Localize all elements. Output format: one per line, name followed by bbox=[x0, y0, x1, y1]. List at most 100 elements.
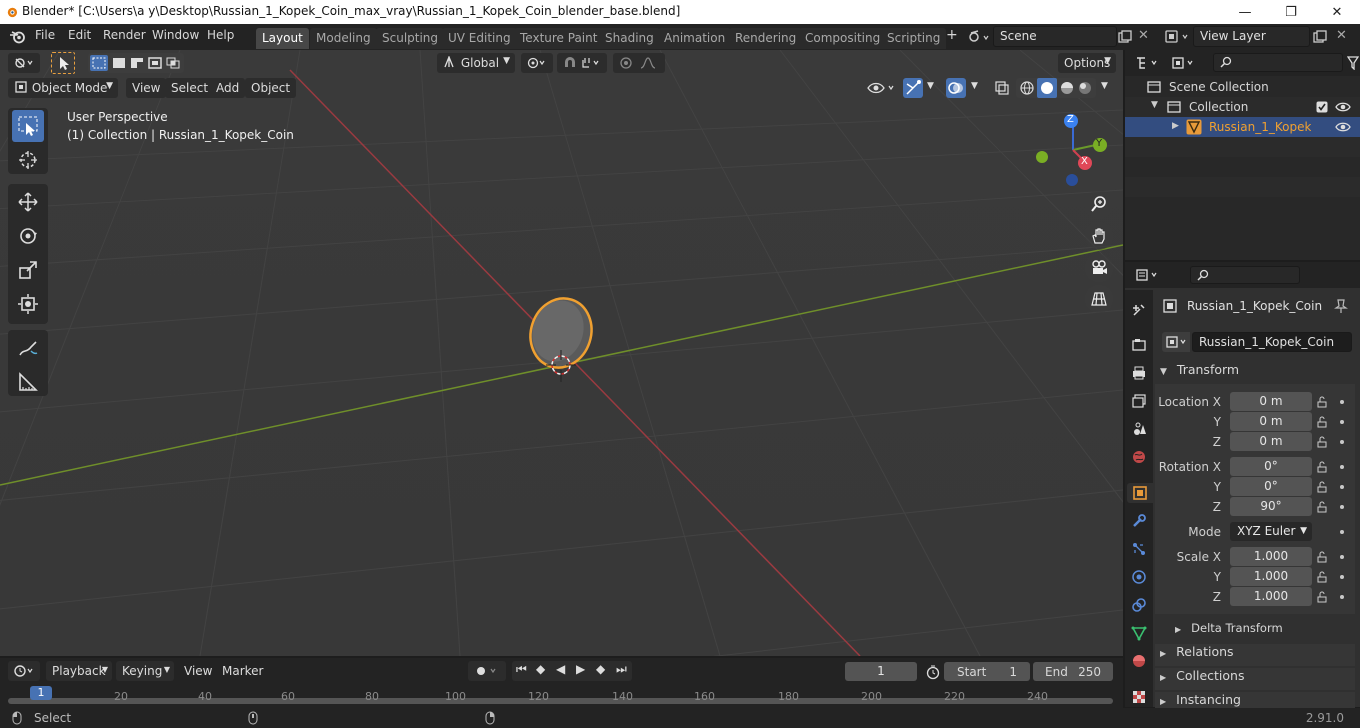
tab-material[interactable] bbox=[1129, 651, 1149, 671]
rotation-z-field[interactable]: 90° bbox=[1230, 497, 1312, 516]
tab-modifiers[interactable] bbox=[1129, 511, 1149, 531]
viewport-menu-object[interactable]: Object bbox=[245, 78, 297, 98]
checkbox-checked-icon[interactable] bbox=[1316, 101, 1328, 113]
tab-view-layer[interactable] bbox=[1129, 391, 1149, 411]
menu-file[interactable]: File bbox=[35, 28, 55, 42]
transform-orientation-dropdown[interactable]: Global ▼ bbox=[437, 53, 515, 73]
properties-search-input[interactable] bbox=[1190, 266, 1300, 284]
keying-menu[interactable]: Keying ▼ bbox=[116, 661, 174, 681]
scale-x-field[interactable]: 1.000 bbox=[1230, 547, 1312, 566]
tab-uv-editing[interactable]: UV Editing bbox=[442, 28, 517, 49]
tab-shading[interactable]: Shading bbox=[599, 28, 660, 49]
tab-scene[interactable] bbox=[1129, 419, 1149, 439]
keyframe-dot-icon[interactable] bbox=[1340, 595, 1344, 599]
editor-type-button[interactable] bbox=[8, 53, 40, 73]
tab-constraints[interactable] bbox=[1129, 595, 1149, 615]
new-scene-icon[interactable] bbox=[1118, 30, 1132, 44]
tab-scripting[interactable]: Scripting bbox=[881, 28, 947, 49]
tab-world[interactable] bbox=[1129, 447, 1149, 467]
pan-button[interactable] bbox=[1085, 222, 1113, 250]
object-browse-button[interactable] bbox=[1162, 332, 1190, 352]
scale-z-field[interactable]: 1.000 bbox=[1230, 587, 1312, 606]
outliner-row-collection[interactable]: ▼ Collection bbox=[1125, 97, 1360, 117]
pin-icon[interactable] bbox=[1334, 298, 1348, 314]
expand-arrow-icon[interactable]: ▶ bbox=[1172, 121, 1179, 131]
tab-data[interactable] bbox=[1129, 623, 1149, 643]
collections-panel-header[interactable]: ▶ Collections bbox=[1155, 668, 1355, 690]
maximize-button[interactable]: ❐ bbox=[1268, 0, 1314, 24]
wireframe-shading-icon[interactable] bbox=[1019, 80, 1035, 96]
overlay-toggle[interactable] bbox=[946, 78, 966, 98]
lock-icon[interactable] bbox=[1316, 571, 1328, 583]
tab-sculpting[interactable]: Sculpting bbox=[376, 28, 445, 49]
instancing-panel-header[interactable]: ▶ Instancing bbox=[1155, 692, 1355, 708]
tab-rendering[interactable]: Rendering bbox=[729, 28, 803, 49]
camera-view-button[interactable] bbox=[1085, 254, 1113, 282]
scene-name-field[interactable]: Scene bbox=[993, 26, 1117, 47]
rotation-y-field[interactable]: 0° bbox=[1230, 477, 1312, 496]
lock-icon[interactable] bbox=[1316, 461, 1328, 473]
delete-scene-icon[interactable]: ✕ bbox=[1138, 28, 1149, 43]
zoom-button[interactable] bbox=[1085, 190, 1113, 218]
location-z-field[interactable]: 0 m bbox=[1230, 432, 1312, 451]
viewport-menu-view[interactable]: View bbox=[126, 78, 167, 98]
jump-end-icon[interactable]: ⏭ bbox=[616, 662, 627, 677]
location-y-field[interactable]: 0 m bbox=[1230, 412, 1312, 431]
current-frame-field[interactable]: 1 bbox=[845, 662, 917, 681]
visibility-eye-icon[interactable] bbox=[866, 80, 898, 96]
gizmo-toggle[interactable] bbox=[903, 78, 923, 98]
lock-icon[interactable] bbox=[1316, 551, 1328, 563]
keyframe-dot-icon[interactable] bbox=[1340, 485, 1344, 489]
tab-texture[interactable] bbox=[1129, 687, 1149, 707]
lock-icon[interactable] bbox=[1316, 501, 1328, 513]
filter-icon[interactable] bbox=[1347, 56, 1359, 70]
keyframe-dot-icon[interactable] bbox=[1340, 505, 1344, 509]
pivot-point-dropdown[interactable] bbox=[521, 53, 553, 73]
lock-icon[interactable] bbox=[1316, 416, 1328, 428]
tool-scale[interactable] bbox=[12, 254, 44, 286]
menu-window[interactable]: Window bbox=[152, 28, 199, 42]
playback-menu[interactable]: Playback ▼ bbox=[46, 661, 112, 681]
select-extend-icon[interactable] bbox=[112, 57, 126, 69]
material-shading-icon[interactable] bbox=[1059, 80, 1075, 96]
tab-render[interactable] bbox=[1129, 335, 1149, 355]
jump-start-icon[interactable]: ⏮ bbox=[516, 662, 527, 677]
tab-modeling[interactable]: Modeling bbox=[310, 28, 377, 49]
tool-move[interactable] bbox=[12, 186, 44, 218]
lock-icon[interactable] bbox=[1316, 396, 1328, 408]
viewport-menu-select[interactable]: Select bbox=[165, 78, 215, 98]
proportional-editing-toggle[interactable] bbox=[613, 53, 665, 73]
playhead-frame-indicator[interactable]: 1 bbox=[30, 686, 52, 700]
tab-animation[interactable]: Animation bbox=[658, 28, 732, 49]
relations-panel-header[interactable]: ▶ Relations bbox=[1155, 644, 1355, 666]
tab-tool[interactable] bbox=[1129, 300, 1149, 320]
location-x-field[interactable]: 0 m bbox=[1230, 392, 1312, 411]
add-workspace-button[interactable]: + bbox=[946, 27, 958, 43]
rendered-shading-icon[interactable] bbox=[1077, 80, 1093, 96]
select-tool-setting[interactable] bbox=[51, 52, 75, 74]
scale-y-field[interactable]: 1.000 bbox=[1230, 567, 1312, 586]
xray-toggle-icon[interactable] bbox=[994, 80, 1010, 96]
tab-particles[interactable] bbox=[1129, 539, 1149, 559]
expand-arrow-icon[interactable]: ▼ bbox=[1151, 100, 1158, 110]
select-invert-icon[interactable] bbox=[148, 57, 162, 69]
prev-keyframe-icon[interactable]: ◆ bbox=[536, 662, 545, 676]
chevron-down-icon[interactable]: ▼ bbox=[927, 81, 934, 91]
auto-keying-toggle[interactable] bbox=[468, 661, 506, 681]
display-mode-icon[interactable] bbox=[1171, 55, 1199, 71]
keyframe-dot-icon[interactable] bbox=[1340, 465, 1344, 469]
eye-icon[interactable] bbox=[1335, 101, 1351, 113]
chevron-down-icon[interactable]: ▼ bbox=[971, 81, 978, 91]
new-view-layer-icon[interactable] bbox=[1313, 30, 1327, 44]
close-button[interactable]: ✕ bbox=[1314, 0, 1360, 24]
lock-icon[interactable] bbox=[1316, 481, 1328, 493]
outliner-row-object[interactable]: ▶ Russian_1_Kopek_Co bbox=[1125, 117, 1360, 137]
tab-texture-paint[interactable]: Texture Paint bbox=[514, 28, 604, 49]
keyframe-dot-icon[interactable] bbox=[1340, 530, 1344, 534]
start-frame-field[interactable]: Start 1 bbox=[944, 662, 1030, 681]
object-name-field[interactable]: Russian_1_Kopek_Coin bbox=[1192, 332, 1352, 352]
snap-toggle[interactable] bbox=[557, 53, 607, 73]
delta-transform-subpanel[interactable]: ▶ Delta Transform bbox=[1170, 620, 1350, 642]
select-intersect-icon[interactable] bbox=[166, 57, 180, 69]
view-layer-field[interactable]: View Layer bbox=[1193, 26, 1310, 47]
